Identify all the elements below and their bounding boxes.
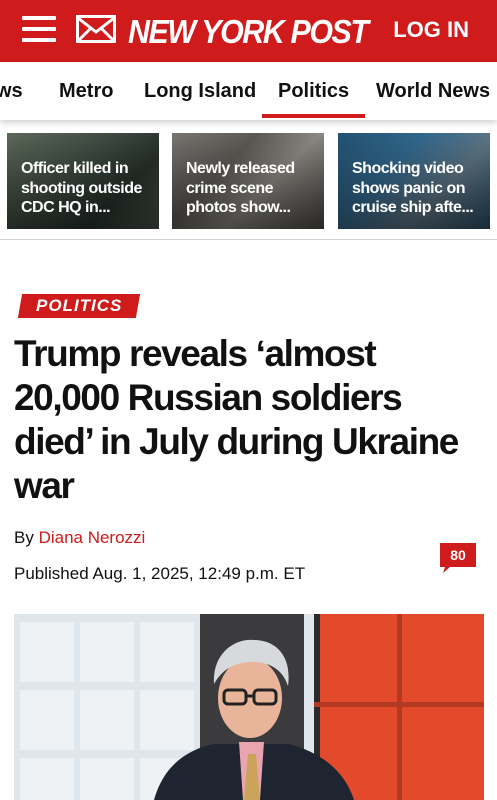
nav-item-long-island[interactable]: Long Island bbox=[144, 80, 256, 103]
article-headline: Trump reveals ‘almost 20,000 Russian sol… bbox=[14, 333, 459, 506]
byline: By Diana Nerozzi bbox=[14, 528, 145, 548]
logo-text: NEW YORK POST bbox=[128, 13, 369, 50]
nav-item-politics[interactable]: Politics bbox=[261, 80, 366, 118]
hero-photo bbox=[14, 614, 484, 800]
story-caption: Officer killed in shooting outside CDC H… bbox=[21, 160, 142, 216]
envelope-icon[interactable] bbox=[76, 15, 116, 43]
story-card[interactable]: Newly released crime scene photos show..… bbox=[172, 133, 324, 229]
trending-stories: Officer killed in shooting outside CDC H… bbox=[0, 130, 497, 240]
hero-image[interactable] bbox=[14, 614, 484, 800]
story-caption: Newly released crime scene photos show..… bbox=[186, 160, 295, 216]
publish-date: Published Aug. 1, 2025, 12:49 p.m. ET bbox=[14, 564, 306, 583]
story-card[interactable]: Shocking video shows panic on cruise shi… bbox=[338, 133, 490, 229]
login-button[interactable]: LOG IN bbox=[393, 17, 469, 43]
comment-count: 80 bbox=[450, 547, 466, 563]
nav-item-world-news[interactable]: World News bbox=[376, 80, 490, 103]
nypost-logo[interactable]: NEW YORK POST bbox=[128, 6, 374, 54]
story-card[interactable]: Officer killed in shooting outside CDC H… bbox=[7, 133, 159, 229]
hamburger-menu-icon[interactable] bbox=[22, 14, 56, 44]
comments-button[interactable]: 80 bbox=[440, 543, 476, 573]
author-link[interactable]: Diana Nerozzi bbox=[39, 528, 146, 547]
section-tag-label: POLITICS bbox=[36, 296, 123, 315]
site-header: NEW YORK POST LOG IN bbox=[0, 0, 497, 62]
story-caption: Shocking video shows panic on cruise shi… bbox=[352, 160, 474, 216]
section-tag[interactable]: POLITICS bbox=[17, 294, 141, 318]
nav-item-metro[interactable]: Metro bbox=[59, 80, 113, 103]
section-nav: ws Metro Long Island Politics World News bbox=[0, 62, 497, 120]
byline-prefix: By bbox=[14, 528, 39, 547]
nav-item-partial[interactable]: ws bbox=[0, 80, 23, 103]
